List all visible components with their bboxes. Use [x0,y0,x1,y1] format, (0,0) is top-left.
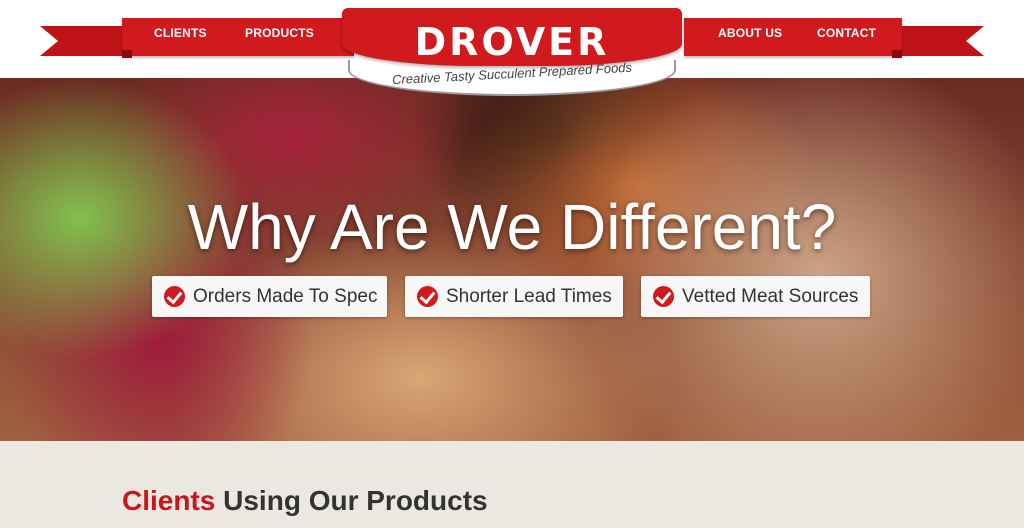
site-logo[interactable]: Creative Tasty Succulent Prepared Foods … [334,0,690,104]
nav-link-products[interactable]: PRODUCTS [245,18,314,48]
check-circle-icon [417,286,438,307]
feature-badge-label: Vetted Meat Sources [682,285,859,307]
clients-title-highlight: Clients [122,485,216,516]
clients-section-title: Clients Using Our Products [122,485,488,517]
nav-link-clients[interactable]: CLIENTS [154,18,207,48]
check-circle-icon [653,286,674,307]
feature-badge-label: Shorter Lead Times [446,285,612,307]
nav-link-contact[interactable]: CONTACT [817,18,876,48]
feature-badge-lead-times: Shorter Lead Times [405,276,623,317]
ribbon-fold-left [122,50,132,58]
hero-title: Why Are We Different? [187,191,837,263]
ribbon-fold-right [892,50,902,58]
feature-badge-orders: Orders Made To Spec [152,276,387,317]
clients-section: Clients Using Our Products [0,441,1024,528]
logo-text: DROVER [414,20,610,64]
feature-badge-meat-sources: Vetted Meat Sources [641,276,870,317]
clients-title-rest: Using Our Products [215,485,488,516]
feature-badge-label: Orders Made To Spec [193,285,378,307]
check-circle-icon [164,286,185,307]
logo-banner: DROVER [342,8,682,66]
ribbon-tail-left [40,26,130,56]
hero-banner: Why Are We Different? Orders Made To Spe… [0,78,1024,441]
nav-link-about-us[interactable]: ABOUT US [718,18,782,48]
ribbon-tail-right [894,26,984,56]
